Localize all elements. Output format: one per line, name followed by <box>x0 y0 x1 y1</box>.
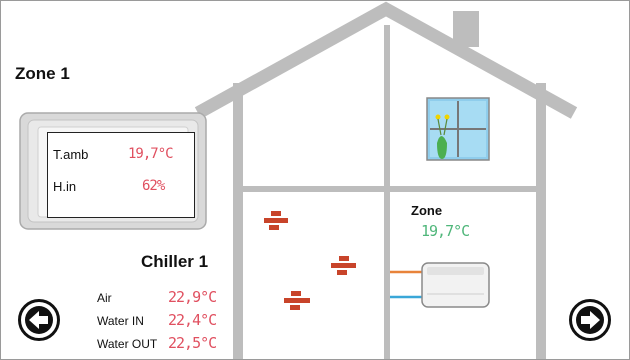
arrow-right-icon <box>576 306 604 334</box>
air-label: Air <box>97 291 112 305</box>
t-amb-value: 19,7°C <box>128 146 174 162</box>
radiant-panel-icon <box>264 211 356 310</box>
arrow-left-icon <box>25 306 53 334</box>
chiller1-title: Chiller 1 <box>141 252 209 271</box>
h-in-value: 62% <box>142 178 165 194</box>
water-out-label: Water OUT <box>97 337 158 351</box>
water-in-label: Water IN <box>97 314 144 328</box>
fan-coil-icon <box>421 262 490 308</box>
thermostat-display: T.amb 19,7°C H.in 62% <box>47 132 195 218</box>
air-value: 22,9°C <box>168 288 217 306</box>
forward-button[interactable] <box>569 299 611 341</box>
h-in-label: H.in <box>53 179 77 194</box>
zone-value: 19,7°C <box>421 222 470 240</box>
house-wall-left <box>233 83 243 359</box>
window-icon <box>426 97 490 161</box>
hvac-screen: Zone 1 T.amb 19,7°C H.in 62% Chiller 1 A… <box>0 0 630 360</box>
t-amb-label: T.amb <box>53 147 89 162</box>
house-wall-right <box>536 83 546 359</box>
zone1-title: Zone 1 <box>15 64 70 83</box>
back-button[interactable] <box>18 299 60 341</box>
zone-label: Zone <box>411 203 443 218</box>
water-out-value: 22,5°C <box>168 334 217 352</box>
water-in-value: 22,4°C <box>168 311 217 329</box>
chimney <box>453 11 479 47</box>
house-floor <box>233 186 546 192</box>
